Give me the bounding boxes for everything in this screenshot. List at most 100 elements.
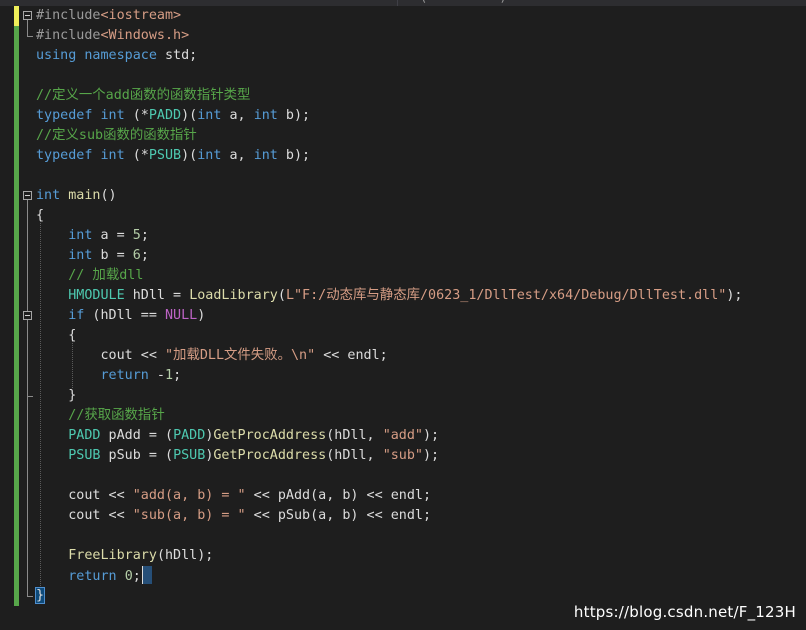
- code-token-keyword: int: [36, 188, 61, 203]
- code-token-preprocessor: #include: [36, 28, 101, 43]
- code-token-type: PADD: [68, 428, 101, 443]
- code-token-plain: }: [36, 388, 77, 403]
- code-line[interactable]: return -1;: [36, 366, 182, 386]
- code-token-plain: (hDll,: [326, 428, 383, 443]
- code-token-function: FreeLibrary: [68, 548, 157, 563]
- code-token-plain: pAdd = (: [100, 428, 174, 443]
- code-token-plain: );: [423, 448, 440, 463]
- code-token-plain: (: [277, 288, 286, 303]
- fold-region-end: [27, 396, 33, 397]
- code-token-comment: //获取函数指针: [68, 408, 165, 423]
- code-line[interactable]: PADD pAdd = (PADD)GetProcAddress(hDll, "…: [36, 426, 439, 446]
- code-line[interactable]: typedef int (*PSUB)(int a, int b);: [36, 146, 310, 166]
- unsaved-change-indicator: [14, 6, 19, 26]
- code-line[interactable]: }: [36, 386, 76, 406]
- code-token-keyword: typedef: [36, 108, 93, 123]
- code-token-header: <Windows.h>: [100, 28, 190, 43]
- code-token-function: LoadLibrary: [189, 288, 278, 303]
- code-token-function: GetProcAddress: [213, 428, 327, 443]
- code-token-macro: NULL: [165, 308, 198, 323]
- collapse-main-function-icon[interactable]: [23, 191, 32, 200]
- code-token-keyword: int: [100, 108, 125, 123]
- fold-region-end: [27, 36, 33, 37]
- code-line[interactable]: //定义一个add函数的函数指针类型: [36, 86, 250, 106]
- code-line[interactable]: // 加载dll: [36, 266, 143, 286]
- code-token-preprocessor: #include: [36, 8, 101, 23]
- code-token-keyword: return: [100, 368, 149, 383]
- code-line[interactable]: #include<iostream>: [36, 6, 181, 26]
- code-token-keyword: if: [68, 308, 85, 323]
- code-token-plain: ;: [173, 368, 182, 383]
- code-token-plain: ): [197, 308, 206, 323]
- code-token-comment: //定义sub函数的函数指针: [36, 128, 197, 143]
- code-token-plain: std;: [156, 48, 198, 63]
- code-token-plain: }: [34, 587, 46, 604]
- fold-region-line: [27, 20, 28, 36]
- code-line[interactable]: HMODULE hDll = LoadLibrary(L"F:/动态库与静态库/…: [36, 286, 742, 306]
- code-line[interactable]: {: [36, 326, 76, 346]
- code-line[interactable]: typedef int (*PADD)(int a, int b);: [36, 106, 310, 126]
- code-line[interactable]: //定义sub函数的函数指针: [36, 126, 197, 146]
- code-token-keyword: int: [197, 148, 222, 163]
- code-editor[interactable]: #include<iostream> #include<Windows.h> u…: [0, 6, 806, 630]
- tab-label-fragment[interactable]: ( ): [420, 0, 507, 3]
- code-token-header: <iostream>: [100, 8, 182, 23]
- code-token-plain: hDll =: [124, 288, 190, 303]
- collapse-include-block-icon[interactable]: [23, 11, 32, 20]
- code-token-plain: {: [36, 328, 77, 343]
- code-token-plain: a =: [92, 228, 133, 243]
- code-token-plain: (hDll,: [326, 448, 383, 463]
- fold-region-end: [27, 596, 33, 597]
- code-token-string: "加载DLL文件失败。\n": [165, 348, 316, 363]
- code-line[interactable]: using namespace std;: [36, 46, 197, 66]
- code-token-plain: << pSub(a, b) << endl;: [245, 508, 432, 523]
- code-token-keyword: namespace: [84, 48, 157, 63]
- watermark-url: https://blog.csdn.net/F_123H: [573, 603, 796, 621]
- code-line[interactable]: cout << "加载DLL文件失败。\n" << endl;: [36, 346, 388, 366]
- code-line[interactable]: return 0;: [36, 566, 152, 586]
- code-line[interactable]: #include<Windows.h>: [36, 26, 189, 46]
- collapse-if-block-icon[interactable]: [23, 311, 32, 320]
- code-token-plain: )(: [181, 108, 198, 123]
- code-token-plain: cout <<: [36, 488, 133, 503]
- code-token-keyword: return: [68, 569, 117, 584]
- code-token-keyword: int: [253, 108, 278, 123]
- code-token-plain: << endl;: [315, 348, 388, 363]
- code-token-keyword: int: [100, 148, 125, 163]
- code-line[interactable]: //获取函数指针: [36, 406, 165, 426]
- code-token-plain: )(: [181, 148, 198, 163]
- code-token-type: PSUB: [173, 448, 206, 463]
- code-line[interactable]: PSUB pSub = (PSUB)GetProcAddress(hDll, "…: [36, 446, 439, 466]
- code-token-plain: );: [423, 428, 440, 443]
- code-line[interactable]: }: [34, 586, 46, 606]
- code-line[interactable]: int main(): [36, 186, 117, 206]
- saved-change-indicator: [14, 26, 19, 606]
- code-line[interactable]: if (hDll == NULL): [36, 306, 205, 326]
- code-token-plain: (*: [124, 108, 149, 123]
- code-line[interactable]: int a = 5;: [36, 226, 149, 246]
- code-token-type: HMODULE: [68, 288, 125, 303]
- code-token-function: GetProcAddress: [213, 448, 327, 463]
- code-token-plain: (*: [124, 148, 149, 163]
- code-token-keyword: int: [68, 228, 93, 243]
- code-line[interactable]: cout << "add(a, b) = " << pAdd(a, b) << …: [36, 486, 431, 506]
- code-token-plain: -: [148, 368, 165, 383]
- code-line[interactable]: FreeLibrary(hDll);: [36, 546, 213, 566]
- code-line[interactable]: cout << "sub(a, b) = " << pSub(a, b) << …: [36, 506, 431, 526]
- code-token-string: "add": [382, 428, 423, 443]
- text-caret: [141, 566, 152, 584]
- code-token-number: 0: [124, 569, 133, 584]
- code-token-number: 6: [132, 248, 141, 263]
- code-token-plain: b =: [92, 248, 133, 263]
- code-token-string: L"F:/动态库与静态库/0623_1/DllTest/x64/Debug/Dl…: [285, 288, 727, 303]
- code-line[interactable]: {: [36, 206, 44, 226]
- code-line[interactable]: int b = 6;: [36, 246, 149, 266]
